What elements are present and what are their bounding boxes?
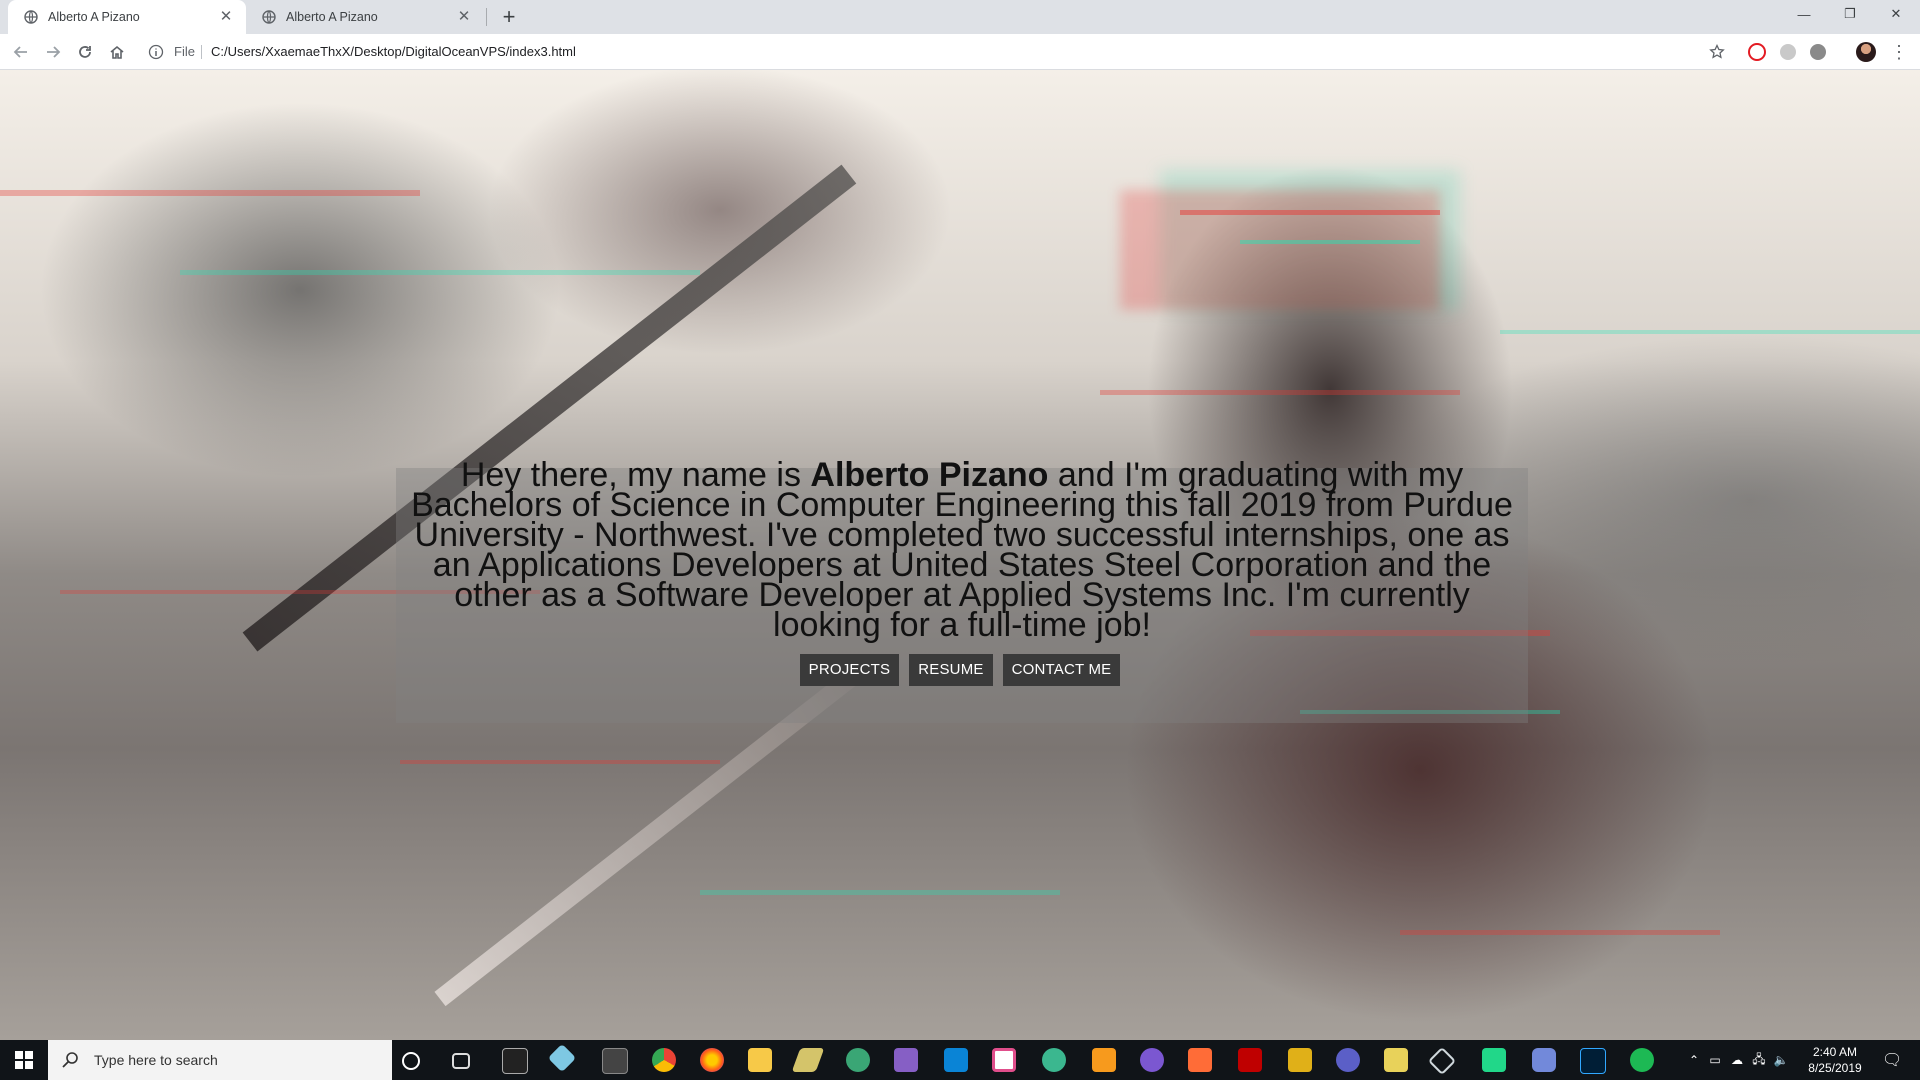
taskbar-search[interactable]: Type here to search bbox=[48, 1040, 392, 1080]
divider bbox=[201, 45, 202, 59]
clock[interactable]: 2:40 AM 8/25/2019 bbox=[1800, 1044, 1870, 1076]
notification-icon[interactable]: 🗨 bbox=[1882, 1040, 1902, 1080]
tab-strip: Alberto A Pizano ✕ Alberto A Pizano ✕ + … bbox=[0, 0, 1920, 34]
glitch-overlay bbox=[1120, 190, 1440, 310]
close-icon[interactable]: ✕ bbox=[218, 9, 234, 25]
gitkraken-alt-icon[interactable] bbox=[1042, 1048, 1066, 1072]
sublime-icon[interactable] bbox=[1092, 1048, 1116, 1072]
menu-dots-icon[interactable]: ⋮ bbox=[1886, 39, 1912, 65]
clock-time: 2:40 AM bbox=[1812, 1045, 1858, 1059]
tab-separator bbox=[486, 8, 487, 26]
resume-button[interactable]: RESUME bbox=[909, 654, 993, 686]
extension-icon[interactable] bbox=[1780, 44, 1796, 60]
reload-button[interactable] bbox=[72, 39, 98, 65]
restore-button[interactable]: ❐ bbox=[1828, 0, 1872, 28]
intro-paragraph: Hey there, my name is Alberto Pizano and… bbox=[396, 458, 1528, 642]
filezilla-icon[interactable] bbox=[1238, 1048, 1262, 1072]
url-text[interactable]: C:/Users/XxaemaeThxX/Desktop/DigitalOcea… bbox=[211, 44, 576, 59]
notes-icon[interactable] bbox=[1384, 1048, 1408, 1072]
chrome-icon[interactable] bbox=[652, 1048, 676, 1072]
projects-button[interactable]: PROJECTS bbox=[799, 654, 900, 686]
volume-icon[interactable]: 🔈 bbox=[1770, 1053, 1792, 1067]
back-button[interactable] bbox=[8, 39, 34, 65]
opera-extension-icon[interactable] bbox=[1748, 43, 1766, 61]
search-icon bbox=[62, 1052, 78, 1068]
window-icon[interactable] bbox=[602, 1048, 628, 1074]
cube-icon[interactable] bbox=[1427, 1046, 1457, 1076]
tablet-icon[interactable]: ▭ bbox=[1704, 1053, 1726, 1067]
discord-icon[interactable] bbox=[1532, 1048, 1556, 1072]
vscode-icon[interactable] bbox=[944, 1048, 968, 1072]
new-tab-button[interactable]: + bbox=[496, 5, 522, 31]
app-icon[interactable] bbox=[1140, 1048, 1164, 1072]
windows-icon bbox=[15, 1051, 33, 1069]
close-window-button[interactable]: ✕ bbox=[1874, 0, 1918, 28]
clock-date: 8/25/2019 bbox=[1808, 1061, 1862, 1075]
minimize-button[interactable]: — bbox=[1782, 0, 1826, 28]
start-button[interactable] bbox=[0, 1040, 48, 1080]
close-icon[interactable]: ✕ bbox=[456, 9, 472, 25]
system-tray: ⌃ ▭ ☁ 🖧 🔈 bbox=[1684, 1040, 1792, 1080]
vpn-icon[interactable] bbox=[1336, 1048, 1360, 1072]
scheme-label: File bbox=[174, 44, 195, 59]
intellij-icon[interactable] bbox=[992, 1048, 1016, 1072]
forward-button[interactable] bbox=[40, 39, 66, 65]
postman-icon[interactable] bbox=[1188, 1048, 1212, 1072]
windows-taskbar: Type here to search ⌃ ▭ ☁ 🖧 🔈 2:40 AM 8/… bbox=[0, 1040, 1920, 1080]
nav-buttons: PROJECTS RESUME CONTACT ME bbox=[0, 654, 1920, 686]
file-explorer-icon[interactable] bbox=[748, 1048, 772, 1072]
pycharm-icon[interactable] bbox=[1482, 1048, 1506, 1072]
browser-toolbar: File C:/Users/XxaemaeThxX/Desktop/Digita… bbox=[0, 34, 1920, 70]
folder-sync-icon[interactable] bbox=[1288, 1048, 1312, 1072]
home-button[interactable] bbox=[104, 39, 130, 65]
tab-inactive[interactable]: Alberto A Pizano ✕ bbox=[246, 0, 484, 34]
gitkraken-icon[interactable] bbox=[846, 1048, 870, 1072]
chevron-up-icon[interactable]: ⌃ bbox=[1684, 1053, 1704, 1067]
pencil-icon[interactable] bbox=[791, 1048, 825, 1072]
search-placeholder: Type here to search bbox=[94, 1052, 218, 1068]
contact-me-button[interactable]: CONTACT ME bbox=[1002, 654, 1121, 686]
terminal-icon[interactable] bbox=[502, 1048, 528, 1074]
info-icon[interactable] bbox=[148, 44, 164, 60]
tab-active[interactable]: Alberto A Pizano ✕ bbox=[8, 0, 246, 34]
hero-background: Hey there, my name is Alberto Pizano and… bbox=[0, 70, 1920, 1040]
visual-studio-icon[interactable] bbox=[894, 1048, 918, 1072]
tab-title: Alberto A Pizano bbox=[286, 10, 378, 24]
network-icon[interactable]: 🖧 bbox=[1748, 1050, 1770, 1071]
avatar[interactable] bbox=[1856, 42, 1876, 62]
task-view-icon[interactable] bbox=[452, 1053, 470, 1069]
cortana-icon[interactable] bbox=[402, 1052, 420, 1070]
globe-icon bbox=[24, 10, 38, 24]
globe-icon bbox=[262, 10, 276, 24]
bookmark-star-icon[interactable] bbox=[1704, 39, 1730, 65]
cloud-icon[interactable]: ☁ bbox=[1726, 1053, 1748, 1067]
spotify-icon[interactable] bbox=[1630, 1048, 1654, 1072]
firefox-icon[interactable] bbox=[700, 1048, 724, 1072]
photoshop-icon[interactable] bbox=[1580, 1048, 1606, 1074]
git-icon[interactable] bbox=[547, 1043, 577, 1073]
address-bar[interactable]: File C:/Users/XxaemaeThxX/Desktop/Digita… bbox=[140, 37, 1716, 67]
tab-title: Alberto A Pizano bbox=[48, 10, 140, 24]
extension-icon[interactable] bbox=[1810, 44, 1826, 60]
